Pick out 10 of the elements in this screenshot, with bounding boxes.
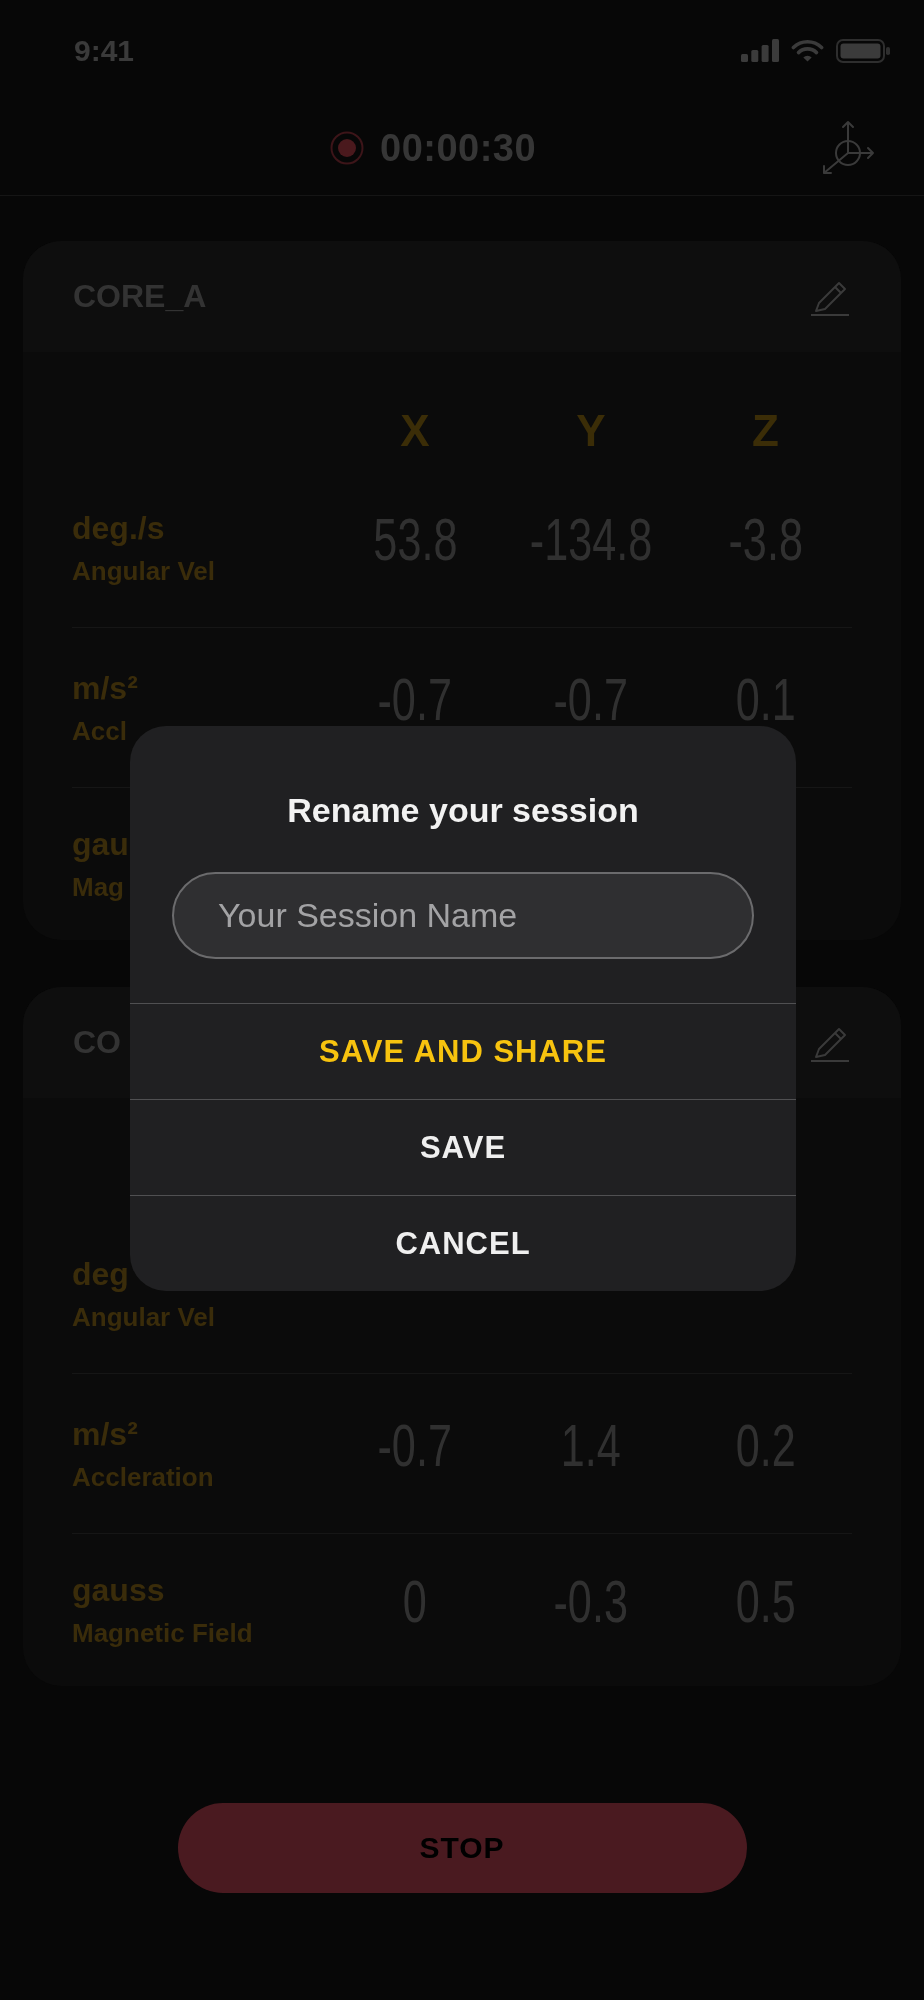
record-icon — [330, 131, 364, 165]
signal-icon — [741, 39, 779, 62]
session-name-field[interactable]: Your Session Name — [172, 872, 754, 959]
wifi-icon — [791, 38, 824, 63]
battery-icon — [836, 38, 890, 63]
action-button[interactable]: CANCEL — [130, 1195, 796, 1291]
axes-icon[interactable] — [821, 120, 875, 176]
dialog-title: Rename your session — [287, 790, 639, 831]
action-button[interactable]: SAVE — [130, 1099, 796, 1195]
primary-action-button[interactable]: SAVE AND SHARE — [130, 1003, 796, 1099]
